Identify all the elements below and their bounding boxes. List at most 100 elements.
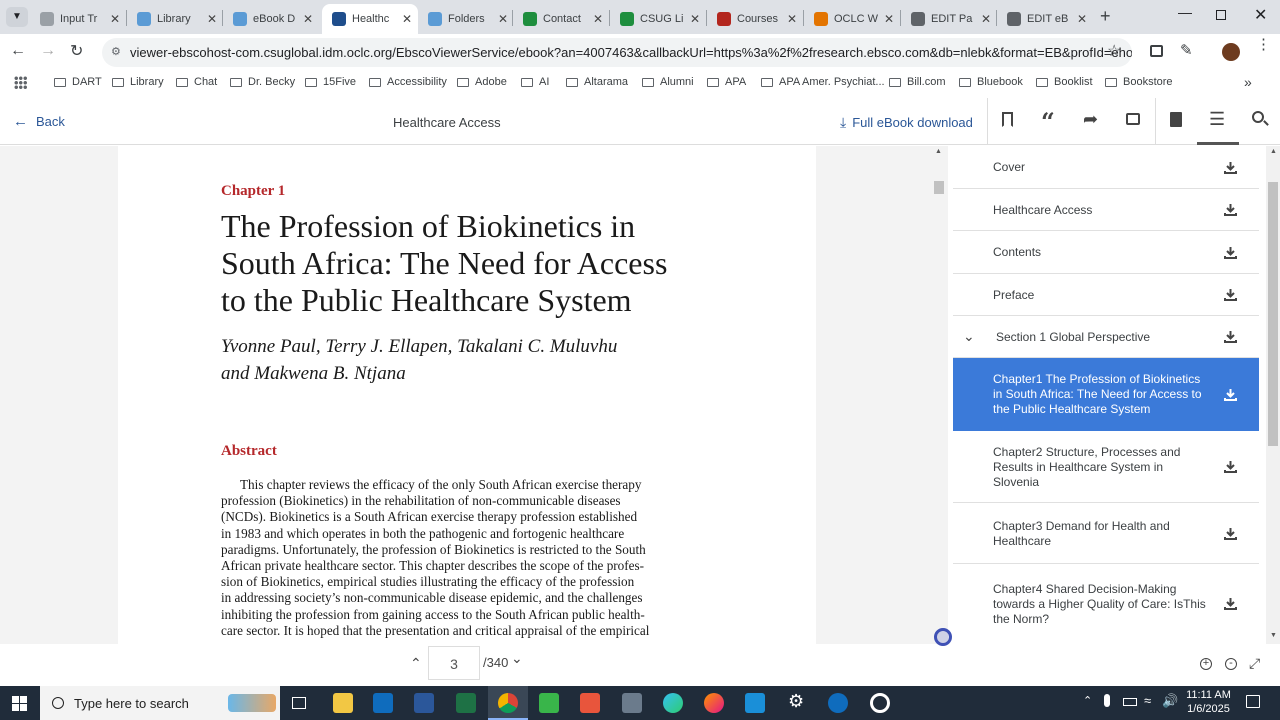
bookmark-item[interactable]: Dr. Becky [230,76,295,88]
bookmark-item[interactable]: APA [707,76,746,88]
extension-icon[interactable] [1150,45,1163,57]
download-icon[interactable] [1224,246,1237,259]
minimize-button[interactable]: — [1178,4,1192,20]
wifi-icon[interactable]: ≈ [1144,693,1151,708]
chevron-down-icon[interactable]: ⌄ [963,328,975,345]
browser-tab[interactable]: Healthc ✕ [322,4,418,34]
camtasia-icon[interactable] [539,693,559,713]
kebab-menu-icon[interactable]: ⋮ [1256,37,1271,52]
browser-tab[interactable]: OCLC W ✕ [804,4,900,34]
toc-item[interactable]: Contents [953,231,1259,274]
browser-tab[interactable]: EDIT eB ✕ [997,4,1093,34]
tab-search-button[interactable]: ▼ [6,7,28,27]
bookmark-item[interactable]: Accessibility [369,76,447,88]
task-view-icon[interactable] [292,697,306,709]
fullscreen-icon[interactable]: ⤢ [1249,655,1260,672]
battery-icon[interactable] [1123,698,1137,706]
full-ebook-download-button[interactable]: ⤓ Full eBook download [840,114,973,131]
print-icon[interactable] [1126,113,1140,125]
tab-close-icon[interactable]: ✕ [787,12,797,26]
new-tab-button[interactable]: + [1100,6,1111,27]
download-icon[interactable] [1224,288,1237,301]
browser-tab[interactable]: Courses ✕ [707,4,803,34]
bookmark-item[interactable]: Chat [176,76,217,88]
bookmark-item[interactable]: Booklist [1036,76,1093,88]
bookmark-item[interactable]: Bookstore [1105,76,1173,88]
windows-start-icon[interactable] [12,696,27,711]
bookmark-item[interactable]: 15Five [305,76,356,88]
cite-quote-icon[interactable]: “ [1041,107,1055,136]
browser-tab[interactable]: Folders ✕ [418,4,514,34]
bookmark-item[interactable]: Bluebook [959,76,1023,88]
toc-item[interactable]: Chapter4 Shared Decision-Making towards … [953,564,1259,644]
next-page-icon[interactable]: ⌄ [511,650,523,667]
back-button[interactable]: ← Back [13,113,65,130]
toc-scroll-up-icon[interactable]: ▲ [1270,148,1277,155]
back-nav-icon[interactable]: ← [10,42,26,60]
teams-icon[interactable] [828,693,848,713]
site-info-icon[interactable]: ⚙ [111,38,121,67]
browser-tab[interactable]: Contact ✕ [513,4,609,34]
zoom-out-icon[interactable]: - [1225,658,1237,670]
microphone-icon[interactable] [1104,694,1110,707]
toc-item[interactable]: Cover [953,146,1259,189]
word-icon[interactable] [414,693,434,713]
download-icon[interactable] [1224,597,1237,610]
toc-item[interactable]: Preface [953,274,1259,316]
toc-item[interactable]: Chapter2 Structure, Processes and Result… [953,431,1259,503]
volume-icon[interactable]: 🔊 [1162,693,1178,709]
book-icon[interactable] [1170,112,1182,127]
tab-close-icon[interactable]: ✕ [110,12,120,26]
forward-nav-icon[interactable]: → [40,42,56,60]
tab-close-icon[interactable]: ✕ [402,12,412,26]
clock[interactable]: 11:11 AM 1/6/2025 [1186,688,1231,716]
bookmark-item[interactable]: Bill.com [889,76,946,88]
table-of-contents-icon[interactable]: ☰ [1209,109,1225,130]
toc-item[interactable]: Healthcare Access [953,189,1259,231]
ebook-reader-pane[interactable]: Chapter 1 The Profession of Biokinetics … [0,146,948,644]
bookmark-item[interactable]: Alumni [642,76,694,88]
browser-tab[interactable]: eBook D ✕ [223,4,319,34]
bookmark-star-icon[interactable]: ☆ [1107,41,1121,61]
download-icon[interactable] [1224,161,1237,174]
tab-close-icon[interactable]: ✕ [690,12,700,26]
recorder-icon[interactable] [870,693,890,713]
download-icon[interactable] [1224,388,1237,401]
bookmark-icon[interactable] [1002,112,1013,127]
share-icon[interactable]: ➦ [1083,109,1098,130]
tray-overflow-icon[interactable]: ⌃ [1083,694,1092,707]
toc-section[interactable]: Section 1 Global Perspective ⌄ [953,316,1259,358]
previous-page-icon[interactable]: ⌃ [410,655,422,672]
edge-icon[interactable] [663,693,683,713]
download-icon[interactable] [1224,527,1237,540]
close-window-button[interactable]: ✕ [1254,5,1267,25]
notification-icon[interactable] [1246,695,1260,708]
tab-close-icon[interactable]: ✕ [981,12,991,26]
browser-tab[interactable]: CSUG Li ✕ [610,4,706,34]
tab-close-icon[interactable]: ✕ [303,12,313,26]
more-bookmarks-icon[interactable]: » [1244,74,1252,90]
calculator-icon[interactable] [622,693,642,713]
tab-close-icon[interactable]: ✕ [1077,12,1087,26]
bookmark-item[interactable]: AI [521,76,549,88]
toc-scrollbar-thumb[interactable] [1268,182,1278,446]
settings-gear-icon[interactable]: ⚙ [788,691,804,712]
bookmark-item[interactable]: Altarama [566,76,628,88]
store-icon[interactable] [745,693,765,713]
browser-tab[interactable]: Input Tr ✕ [30,4,126,34]
reader-scrollbar-thumb[interactable] [934,181,944,194]
bookmark-item[interactable]: DART [54,76,102,88]
reload-icon[interactable]: ↻ [70,41,83,61]
download-icon[interactable] [1224,330,1237,343]
outlook-icon[interactable] [373,693,393,713]
bookmark-item[interactable]: APA Amer. Psychiat... [761,76,885,88]
toc-item[interactable]: Chapter1 The Profession of Biokinetics i… [953,358,1259,431]
excel-icon[interactable] [456,693,476,713]
download-icon[interactable] [1224,203,1237,216]
firefox-icon[interactable] [704,693,724,713]
file-explorer-icon[interactable] [333,693,353,713]
download-icon[interactable] [1224,460,1237,473]
address-bar[interactable]: ⚙ viewer-ebscohost-com.csuglobal.idm.ocl… [102,38,1132,67]
puzzle-icon[interactable]: ✎ [1180,41,1193,59]
apps-grid-icon[interactable] [14,76,27,89]
